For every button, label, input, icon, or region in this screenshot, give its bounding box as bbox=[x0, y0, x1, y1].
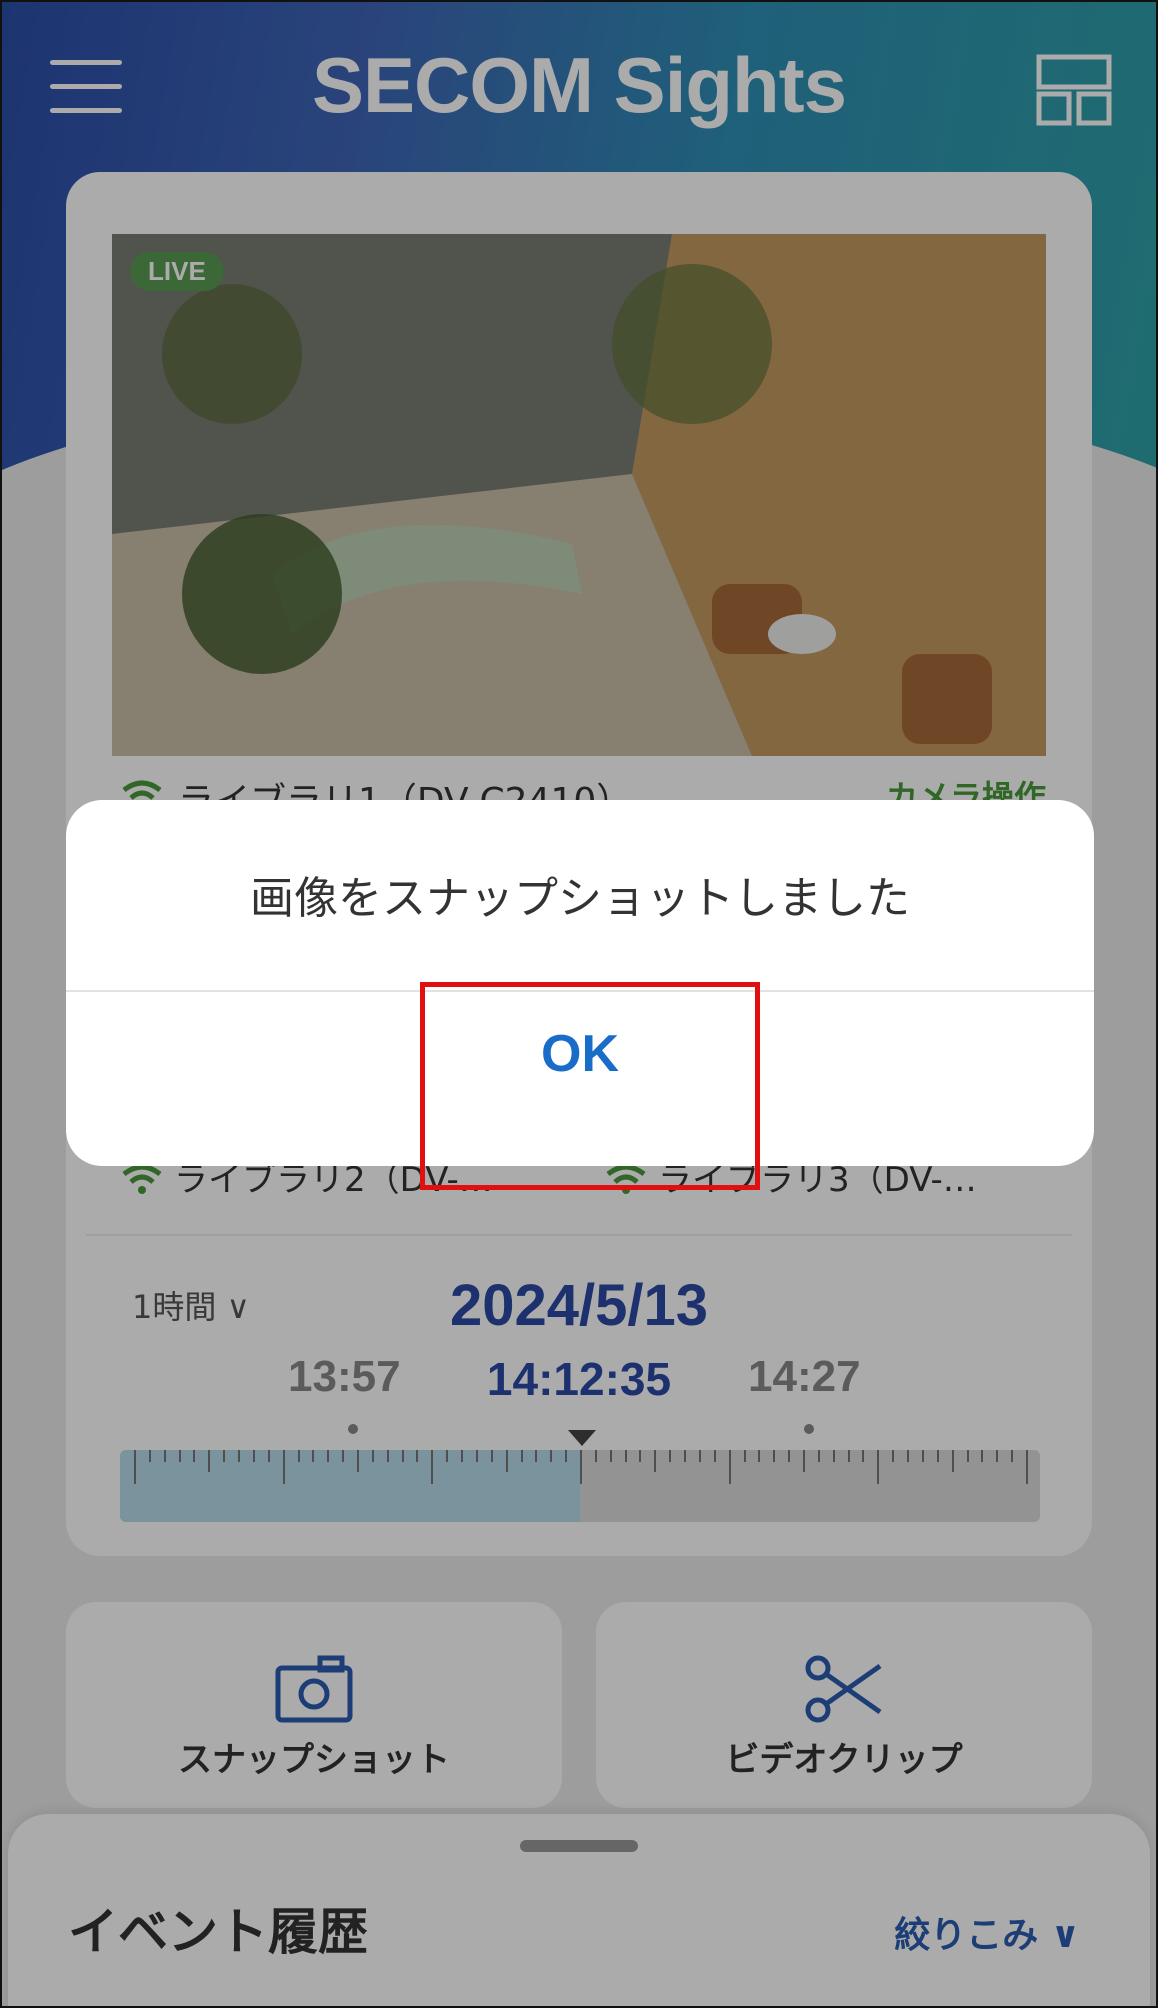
dialog-message: 画像をスナップショットしました bbox=[250, 873, 910, 924]
highlight-box bbox=[420, 982, 760, 1190]
app-screen: SECOM Sights LIVE カメラ操作 ライブラリ2（DV-… ライブラ… bbox=[0, 0, 1158, 2008]
